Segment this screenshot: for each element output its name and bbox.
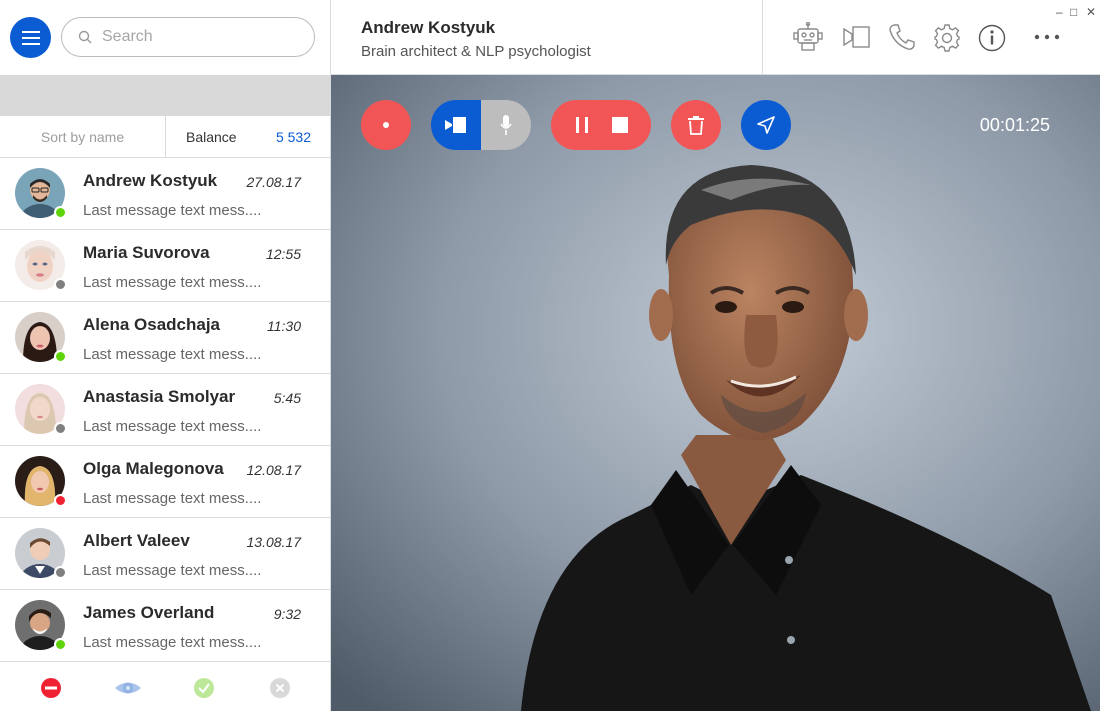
camera-icon bbox=[445, 117, 466, 133]
contact-last-message: Last message text mess.... bbox=[83, 418, 262, 435]
mic-toggle[interactable] bbox=[481, 100, 531, 150]
status-indicator bbox=[54, 566, 67, 579]
minimize-icon[interactable]: – bbox=[1056, 6, 1063, 18]
status-indicator bbox=[54, 422, 67, 435]
contact-last-message: Last message text mess.... bbox=[83, 346, 262, 363]
contact-item[interactable]: Albert Valeev 13.08.17 Last message text… bbox=[0, 518, 331, 590]
status-indicator bbox=[54, 494, 67, 507]
contact-item[interactable]: James Overland 9:32 Last message text me… bbox=[0, 590, 331, 662]
more-icon[interactable] bbox=[1034, 34, 1060, 40]
contact-item[interactable]: Anastasia Smolyar 5:45 Last message text… bbox=[0, 374, 331, 446]
contact-time: 9:32 bbox=[273, 606, 301, 622]
contact-item[interactable]: Olga Malegonova 12.08.17 Last message te… bbox=[0, 446, 331, 518]
status-indicator bbox=[54, 350, 67, 363]
contact-name: Maria Suvorova bbox=[83, 243, 210, 262]
delete-button[interactable] bbox=[671, 100, 721, 150]
contact-time: 13.08.17 bbox=[246, 534, 302, 550]
contact-name: Andrew Kostyuk bbox=[83, 171, 218, 190]
status-filter-bar bbox=[0, 661, 331, 711]
hamburger-icon bbox=[21, 30, 40, 45]
contact-item[interactable]: Maria Suvorova 12:55 Last message text m… bbox=[0, 230, 331, 302]
contact-name: James Overland bbox=[83, 603, 215, 622]
sidebar-topbar bbox=[0, 0, 331, 75]
microphone-icon bbox=[500, 115, 512, 135]
contact-name: Olga Malegonova bbox=[83, 459, 224, 478]
contact-time: 5:45 bbox=[273, 390, 301, 406]
status-indicator bbox=[54, 638, 67, 651]
online-filter-icon[interactable] bbox=[193, 677, 215, 699]
stop-icon[interactable] bbox=[611, 116, 629, 134]
sidebar-band bbox=[0, 75, 331, 116]
maximize-icon[interactable]: □ bbox=[1070, 6, 1077, 18]
menu-button[interactable] bbox=[10, 17, 51, 58]
balance-value: 5 532 bbox=[275, 128, 311, 145]
status-indicator bbox=[54, 206, 67, 219]
video-call-icon[interactable] bbox=[842, 22, 872, 52]
contact-last-message: Last message text mess.... bbox=[83, 634, 262, 651]
sort-row: Sort by name Balance 5 532 bbox=[0, 116, 331, 158]
contact-item[interactable]: Andrew Kostyuk 27.08.17 Last message tex… bbox=[0, 158, 331, 230]
contact-last-message: Last message text mess.... bbox=[83, 202, 262, 219]
chat-contact-subtitle: Brain architect & NLP psychologist bbox=[361, 43, 591, 60]
settings-icon[interactable] bbox=[933, 22, 961, 52]
send-icon bbox=[757, 116, 775, 134]
robot-icon[interactable] bbox=[792, 22, 824, 52]
search-input[interactable] bbox=[102, 28, 302, 46]
contact-last-message: Last message text mess.... bbox=[83, 562, 262, 579]
contact-time: 12.08.17 bbox=[246, 462, 302, 478]
messenger-app: Sort by name Balance 5 532 bbox=[0, 0, 1100, 711]
sidebar: Sort by name Balance 5 532 bbox=[0, 0, 331, 711]
chat-header: Andrew Kostyuk Brain architect & NLP psy… bbox=[331, 0, 1100, 75]
call-timer: 00:01:25 bbox=[979, 115, 1050, 135]
search-icon bbox=[78, 30, 92, 44]
visible-filter-icon[interactable] bbox=[114, 677, 142, 699]
phone-icon[interactable] bbox=[888, 22, 916, 52]
contact-item[interactable]: Alena Osadchaja 11:30 Last message text … bbox=[0, 302, 331, 374]
recording-controls bbox=[551, 100, 651, 150]
contact-last-message: Last message text mess.... bbox=[83, 274, 262, 291]
contact-name: Albert Valeev bbox=[83, 531, 190, 550]
contact-time: 27.08.17 bbox=[246, 174, 302, 190]
contact-list: Andrew Kostyuk 27.08.17 Last message tex… bbox=[0, 158, 331, 662]
balance: Balance 5 532 bbox=[166, 116, 331, 157]
status-indicator bbox=[54, 278, 67, 291]
info-icon[interactable] bbox=[978, 22, 1006, 52]
send-button[interactable] bbox=[741, 100, 791, 150]
record-icon bbox=[383, 122, 389, 128]
search-box[interactable] bbox=[61, 17, 315, 57]
video-frame bbox=[331, 75, 1100, 711]
contact-name: Anastasia Smolyar bbox=[83, 387, 236, 406]
sort-by-name-button[interactable]: Sort by name bbox=[0, 116, 166, 157]
contact-time: 12:55 bbox=[265, 246, 301, 262]
trash-icon bbox=[688, 116, 704, 135]
record-button[interactable] bbox=[361, 100, 411, 150]
header-divider bbox=[762, 0, 763, 75]
contact-time: 11:30 bbox=[267, 318, 301, 334]
offline-filter-icon[interactable] bbox=[269, 677, 291, 699]
contact-name: Alena Osadchaja bbox=[83, 315, 221, 334]
close-icon[interactable]: ✕ bbox=[1086, 6, 1096, 18]
camera-toggle[interactable] bbox=[431, 100, 481, 150]
video-feed: 00:01:25 bbox=[331, 75, 1100, 711]
pause-icon[interactable] bbox=[574, 116, 590, 134]
contact-last-message: Last message text mess.... bbox=[83, 490, 262, 507]
chat-contact-name: Andrew Kostyuk bbox=[361, 18, 496, 37]
busy-filter-icon[interactable] bbox=[40, 677, 62, 699]
balance-label: Balance bbox=[186, 128, 237, 145]
